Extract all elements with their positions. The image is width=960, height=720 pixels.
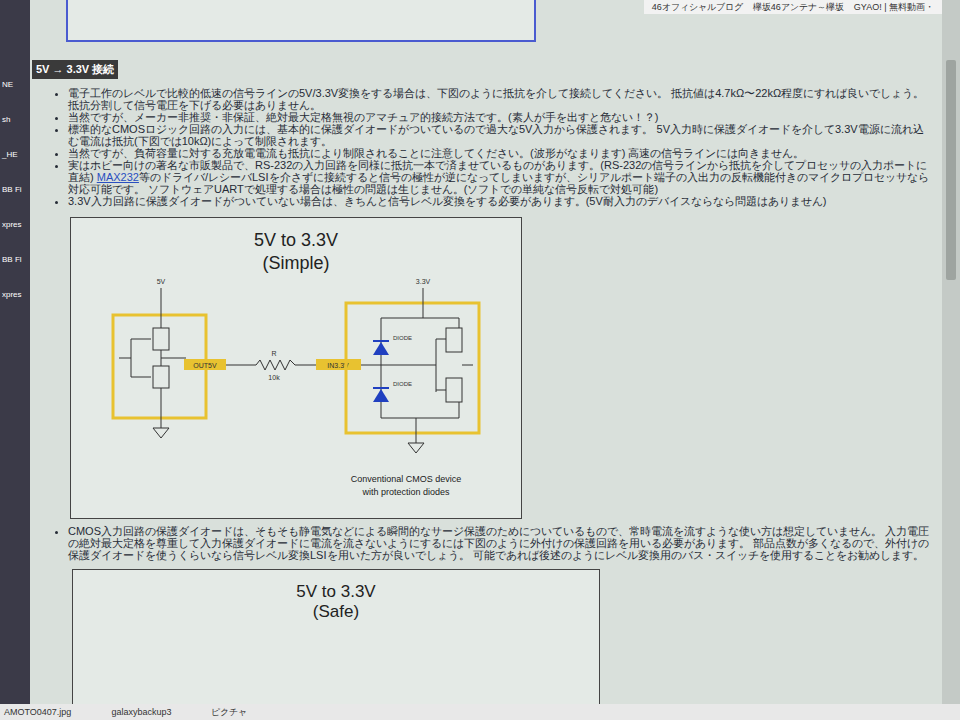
- desktop-icon-label[interactable]: BB Fi: [2, 185, 30, 194]
- figure-title: 5V to 3.3V: [296, 582, 375, 602]
- bullet-item: 標準的なCMOSロジック回路の入力には、基本的に保護ダイオードがついているので過…: [68, 123, 934, 147]
- desktop-icon-label[interactable]: xpres: [2, 290, 30, 299]
- bullet-text: 当然ですが、メーカー非推奨・非保証、絶対最大定格無視のアマチュア的接続方法です。…: [68, 111, 658, 123]
- desktop-icon-label[interactable]: BB Fl: [2, 255, 30, 264]
- taskbar-item[interactable]: ピクチャ: [211, 706, 247, 718]
- circuit-diagram: 5V to 3.3V(Simple)5VOUT5VR10kIN3.3V3.3VD…: [71, 218, 521, 518]
- bullet-item: 当然ですが、メーカー非推奨・非保証、絶対最大定格無視のアマチュア的接続方法です。…: [68, 111, 934, 123]
- section-heading: 5V → 3.3V 接続: [32, 60, 118, 79]
- taskbar: AMOTO0407.jpg galaxybackup3 ピクチャ: [0, 704, 960, 720]
- screen: NEsh_HEBB FixpresBB Flxpres46オフィシャルブログ欅坂…: [0, 0, 960, 720]
- svg-text:3.3V: 3.3V: [416, 278, 431, 285]
- bullet-item: 3.3V入力回路に保護ダイオードがついていない場合は、きちんと信号レベル変換をす…: [68, 195, 934, 207]
- bullet-item: CMOS入力回路の保護ダイオードは、そもそも静電気などによる瞬間的なサージ保護の…: [68, 525, 934, 561]
- svg-text:5V: 5V: [157, 278, 166, 285]
- taskbar-item[interactable]: AMOTO0407.jpg: [4, 706, 71, 718]
- text-link[interactable]: MAX232: [97, 171, 139, 183]
- scrollbar[interactable]: [942, 0, 960, 704]
- svg-text:(Simple): (Simple): [262, 253, 329, 273]
- svg-text:Conventional CMOS device: Conventional CMOS device: [351, 474, 462, 484]
- bullet-item: 電子工作のレベルで比較的低速の信号ラインの5V/3.3V変換をする場合は、下図の…: [68, 87, 934, 111]
- browser-tab[interactable]: 欅坂46アンテナ～欅坂: [753, 1, 844, 13]
- desktop-icon-label[interactable]: NE: [2, 80, 30, 89]
- figure-safe: 5V to 3.3V(Safe): [72, 569, 600, 705]
- figure-subtitle: (Safe): [313, 602, 359, 622]
- top-row: 46オフィシャルブログ欅坂46アンテナ～欅坂 GYAO! | 無料動画・: [30, 0, 942, 42]
- browser-area: NEsh_HEBB FixpresBB Flxpres46オフィシャルブログ欅坂…: [0, 0, 960, 704]
- bullet-text: 3.3V入力回路に保護ダイオードがついていない場合は、きちんと信号レベル変換をす…: [68, 195, 826, 207]
- page: 46オフィシャルブログ欅坂46アンテナ～欅坂 GYAO! | 無料動画・ 5V → …: [30, 0, 942, 704]
- desktop-strip: NE sh _HE BB Fi xpres BB Fl xpres: [0, 0, 30, 704]
- bullet-text: 電子工作のレベルで比較的低速の信号ラインの5V/3.3V変換をする場合は、下図の…: [68, 87, 924, 111]
- svg-text:with protection diodes: with protection diodes: [361, 487, 450, 497]
- taskbar-item[interactable]: galaxybackup3: [111, 706, 171, 718]
- bullet-text: CMOS入力回路の保護ダイオードは、そもそも静電気などによる瞬間的なサージ保護の…: [68, 525, 929, 561]
- desktop-icon-label[interactable]: xpres: [2, 220, 30, 229]
- svg-text:R: R: [271, 350, 276, 357]
- svg-text:10k: 10k: [268, 374, 280, 381]
- figure-simple: 5V to 3.3V(Simple)5VOUT5VR10kIN3.3V3.3VD…: [70, 217, 522, 519]
- desktop-icon-label[interactable]: _HE: [2, 150, 30, 159]
- svg-text:OUT5V: OUT5V: [193, 362, 217, 369]
- svg-text:DIODE: DIODE: [393, 381, 412, 387]
- bullet-text: 等のドライバ/レシーバLSIを介さずに接続すると信号の極性が逆になってしまいます…: [68, 171, 929, 195]
- scrollbar-thumb[interactable]: [946, 60, 956, 280]
- bullet-text: 当然ですが、負荷容量に対する充放電電流も抵抗により制限されることに注意してくださ…: [68, 147, 804, 159]
- desktop-icon-label[interactable]: sh: [2, 115, 30, 124]
- svg-text:5V to 3.3V: 5V to 3.3V: [254, 230, 338, 250]
- svg-text:DIODE: DIODE: [393, 335, 412, 341]
- bullet-item: 当然ですが、負荷容量に対する充放電電流も抵抗により制限されることに注意してくださ…: [68, 147, 934, 159]
- bullet-text: 標準的なCMOSロジック回路の入力には、基本的に保護ダイオードがついているので過…: [68, 123, 924, 147]
- browser-tab[interactable]: GYAO! | 無料動画・: [854, 1, 934, 13]
- previous-figure: [66, 0, 536, 42]
- bullet-list-after: CMOS入力回路の保護ダイオードは、そもそも静電気などによる瞬間的なサージ保護の…: [30, 525, 942, 561]
- browser-tab[interactable]: 46オフィシャルブログ: [652, 1, 743, 13]
- bullet-item: 実はホビー向けの著名な市販製品で、RS-232の入力回路を同様に抵抗一本で済ませ…: [68, 159, 934, 195]
- bullet-list: 電子工作のレベルで比較的低速の信号ラインの5V/3.3V変換をする場合は、下図の…: [30, 87, 942, 207]
- browser-tabs: 46オフィシャルブログ欅坂46アンテナ～欅坂 GYAO! | 無料動画・: [644, 0, 942, 14]
